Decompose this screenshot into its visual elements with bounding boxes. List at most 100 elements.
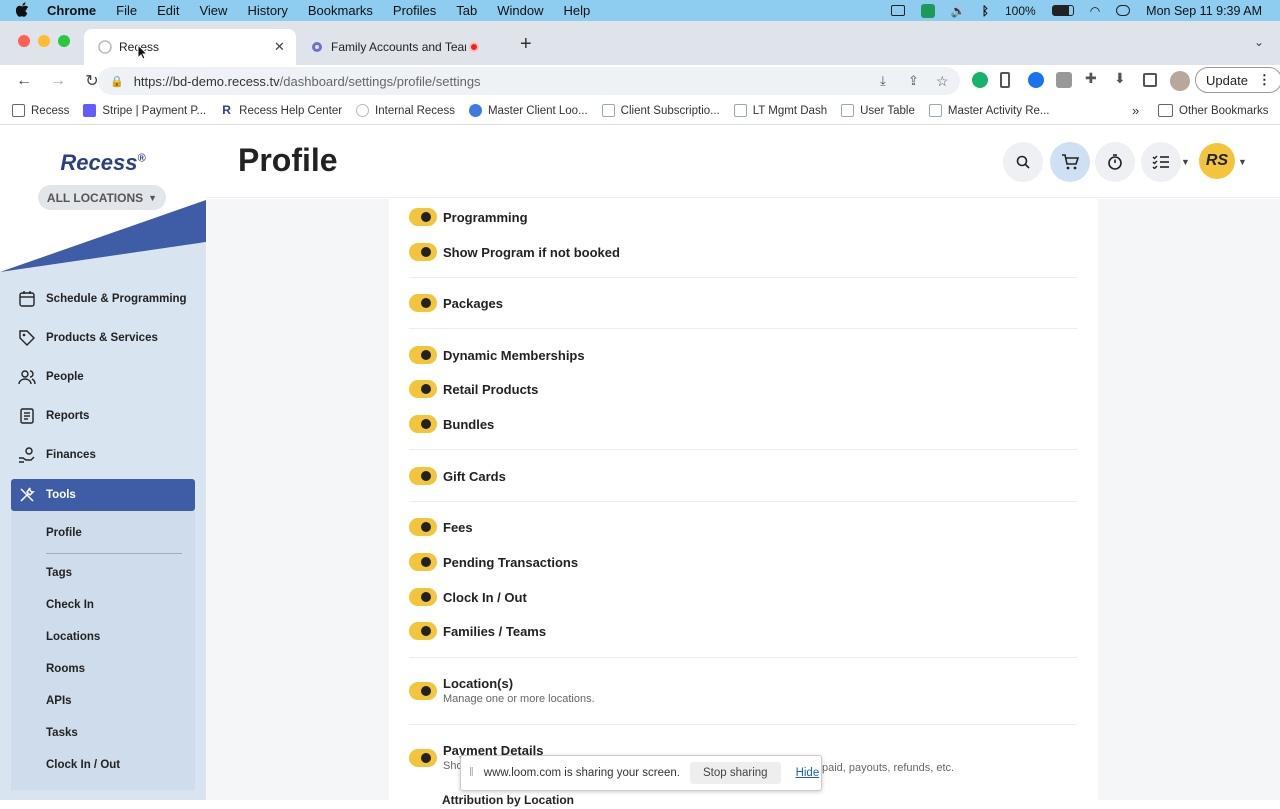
setting-retail-products: Retail Products — [409, 380, 538, 398]
pending-transactions-toggle[interactable] — [409, 553, 437, 571]
bookmark-stripe[interactable]: Stripe | Payment P... — [83, 104, 206, 117]
update-button[interactable]: Update ⋮ — [1195, 67, 1280, 93]
submenu-clock-in-out[interactable]: Clock In / Out — [46, 759, 120, 771]
screen-mirror-icon[interactable] — [890, 5, 905, 16]
download-icon[interactable]: ⬇ — [1114, 70, 1126, 87]
dynamic-memberships-toggle[interactable] — [409, 346, 437, 364]
bookmark-other[interactable]: Other Bookmarks — [1158, 104, 1268, 117]
window-close-button[interactable] — [18, 35, 30, 47]
tab-family-accounts[interactable]: Family Accounts and Team — [296, 29, 508, 65]
volume-icon[interactable]: 🔊 — [951, 4, 966, 18]
menu-bookmarks[interactable]: Bookmarks — [308, 3, 373, 18]
recess-logo[interactable]: Recess® — [0, 150, 206, 176]
families-teams-toggle[interactable] — [409, 622, 437, 640]
submenu-apis[interactable]: APIs — [46, 695, 72, 707]
install-icon[interactable]: ⤓ — [880, 73, 886, 89]
menu-view[interactable]: View — [199, 3, 227, 18]
blue-extension-icon[interactable] — [1028, 72, 1044, 88]
avatar-caret-icon[interactable]: ▼ — [1238, 157, 1247, 167]
retail-products-toggle[interactable] — [409, 380, 437, 398]
profile-avatar-icon[interactable] — [1170, 71, 1190, 91]
sharing-message: www.loom.com is sharing your screen. — [483, 767, 680, 779]
bookmark-internal-recess[interactable]: Internal Recess — [356, 104, 455, 117]
tab-search-chevron-icon[interactable]: ⌄ — [1254, 35, 1264, 49]
payment-details-toggle[interactable] — [409, 749, 437, 767]
submenu-locations[interactable]: Locations — [46, 631, 100, 643]
all-locations-dropdown[interactable]: ALL LOCATIONS ▼ — [38, 185, 166, 210]
menu-edit[interactable]: Edit — [157, 3, 179, 18]
bookmark-master-activity[interactable]: Master Activity Re... — [928, 104, 1049, 117]
grammarly-extension-icon[interactable] — [972, 72, 988, 88]
setting-fees: Fees — [409, 518, 473, 536]
url-host: https://bd-demo.recess.tv — [133, 73, 280, 89]
bookmark-user-table[interactable]: User Table — [841, 104, 915, 117]
back-arrow-icon[interactable]: ← — [14, 72, 34, 90]
forward-arrow-icon[interactable]: → — [48, 72, 68, 90]
menu-history[interactable]: History — [247, 3, 287, 18]
tab-recess[interactable]: Recess ✕ — [84, 29, 296, 65]
bookmark-recess[interactable]: Recess — [12, 104, 69, 117]
submenu-rooms[interactable]: Rooms — [46, 663, 85, 675]
sidebar-item-products[interactable]: Products & Services — [18, 329, 158, 347]
sidebar-item-tools[interactable]: Tools — [11, 479, 195, 511]
window-minimize-button[interactable] — [38, 35, 50, 47]
new-tab-button[interactable]: + — [520, 33, 532, 56]
search-button[interactable] — [1003, 142, 1043, 182]
submenu-tags[interactable]: Tags — [46, 567, 72, 579]
bookmark-client-subscription[interactable]: Client Subscriptio... — [601, 104, 720, 117]
menu-file[interactable]: File — [116, 3, 137, 18]
grammarly-menubar-icon[interactable] — [920, 3, 935, 18]
sidebar-item-finances[interactable]: Finances — [18, 446, 96, 464]
cart-button[interactable] — [1050, 142, 1090, 182]
drag-handle-icon[interactable]: ‖ — [469, 767, 474, 779]
submenu-check-in[interactable]: Check In — [46, 599, 94, 611]
gift-cards-toggle[interactable] — [409, 467, 437, 485]
bluetooth-icon[interactable]: ᛒ — [982, 4, 989, 18]
show-program-toggle[interactable] — [409, 243, 437, 261]
battery-icon[interactable] — [1051, 5, 1074, 16]
menubar-clock[interactable]: Mon Sep 11 9:39 AM — [1146, 4, 1262, 18]
bookmarks-overflow-icon[interactable]: » — [1132, 103, 1139, 118]
bookmark-help-center[interactable]: R Recess Help Center — [220, 104, 342, 117]
menu-help[interactable]: Help — [564, 3, 591, 18]
menu-profiles[interactable]: Profiles — [393, 3, 436, 18]
tasks-button[interactable] — [1141, 142, 1181, 182]
side-panel-icon[interactable] — [1143, 73, 1157, 87]
apple-icon[interactable] — [15, 1, 29, 20]
timer-button[interactable] — [1095, 142, 1135, 182]
stop-sharing-button[interactable]: Stop sharing — [689, 762, 781, 784]
control-center-icon[interactable] — [1116, 5, 1131, 16]
bookmark-master-client[interactable]: Master Client Loo... — [468, 104, 588, 117]
tab-close-icon[interactable]: ✕ — [274, 39, 285, 55]
user-avatar[interactable]: RS — [1199, 143, 1235, 179]
sidebar-item-reports[interactable]: Reports — [18, 407, 89, 425]
menu-app-name[interactable]: Chrome — [47, 3, 96, 18]
menu-window[interactable]: Window — [497, 3, 543, 18]
hide-link[interactable]: Hide — [796, 767, 820, 779]
ext-extension-icon[interactable] — [1056, 72, 1072, 88]
submenu-profile[interactable]: Profile — [46, 527, 82, 539]
kebab-menu-icon[interactable]: ⋮ — [1258, 72, 1271, 88]
wifi-icon[interactable]: ◠ — [1090, 4, 1100, 18]
lock-icon[interactable]: 🔒 — [110, 75, 124, 88]
share-icon[interactable]: ⇪ — [908, 73, 919, 89]
menu-tab[interactable]: Tab — [456, 3, 477, 18]
bookmark-lt-mgmt[interactable]: LT Mgmt Dash — [733, 104, 827, 117]
locations-toggle[interactable] — [409, 682, 437, 700]
sidebar-item-schedule[interactable]: Schedule & Programming — [18, 290, 187, 308]
submenu-tasks[interactable]: Tasks — [46, 727, 78, 739]
puzzle-extensions-icon[interactable]: ✚ — [1085, 70, 1097, 87]
window-zoom-button[interactable] — [58, 35, 70, 47]
packages-toggle[interactable] — [409, 294, 437, 312]
programming-toggle[interactable] — [409, 208, 437, 226]
globe-icon — [356, 104, 370, 117]
clock-in-out-toggle[interactable] — [409, 588, 437, 606]
address-bar[interactable]: 🔒 https://bd-demo.recess.tv/dashboard/se… — [98, 67, 960, 95]
star-icon[interactable]: ☆ — [936, 73, 949, 90]
sidebar-item-people[interactable]: People — [18, 368, 84, 386]
bundles-toggle[interactable] — [409, 415, 437, 433]
fees-toggle[interactable] — [409, 518, 437, 536]
next-section-heading: Attribution by Location — [442, 793, 574, 807]
bookmark-extension-icon[interactable] — [1000, 72, 1010, 88]
tasks-caret-icon[interactable]: ▼ — [1181, 157, 1190, 167]
